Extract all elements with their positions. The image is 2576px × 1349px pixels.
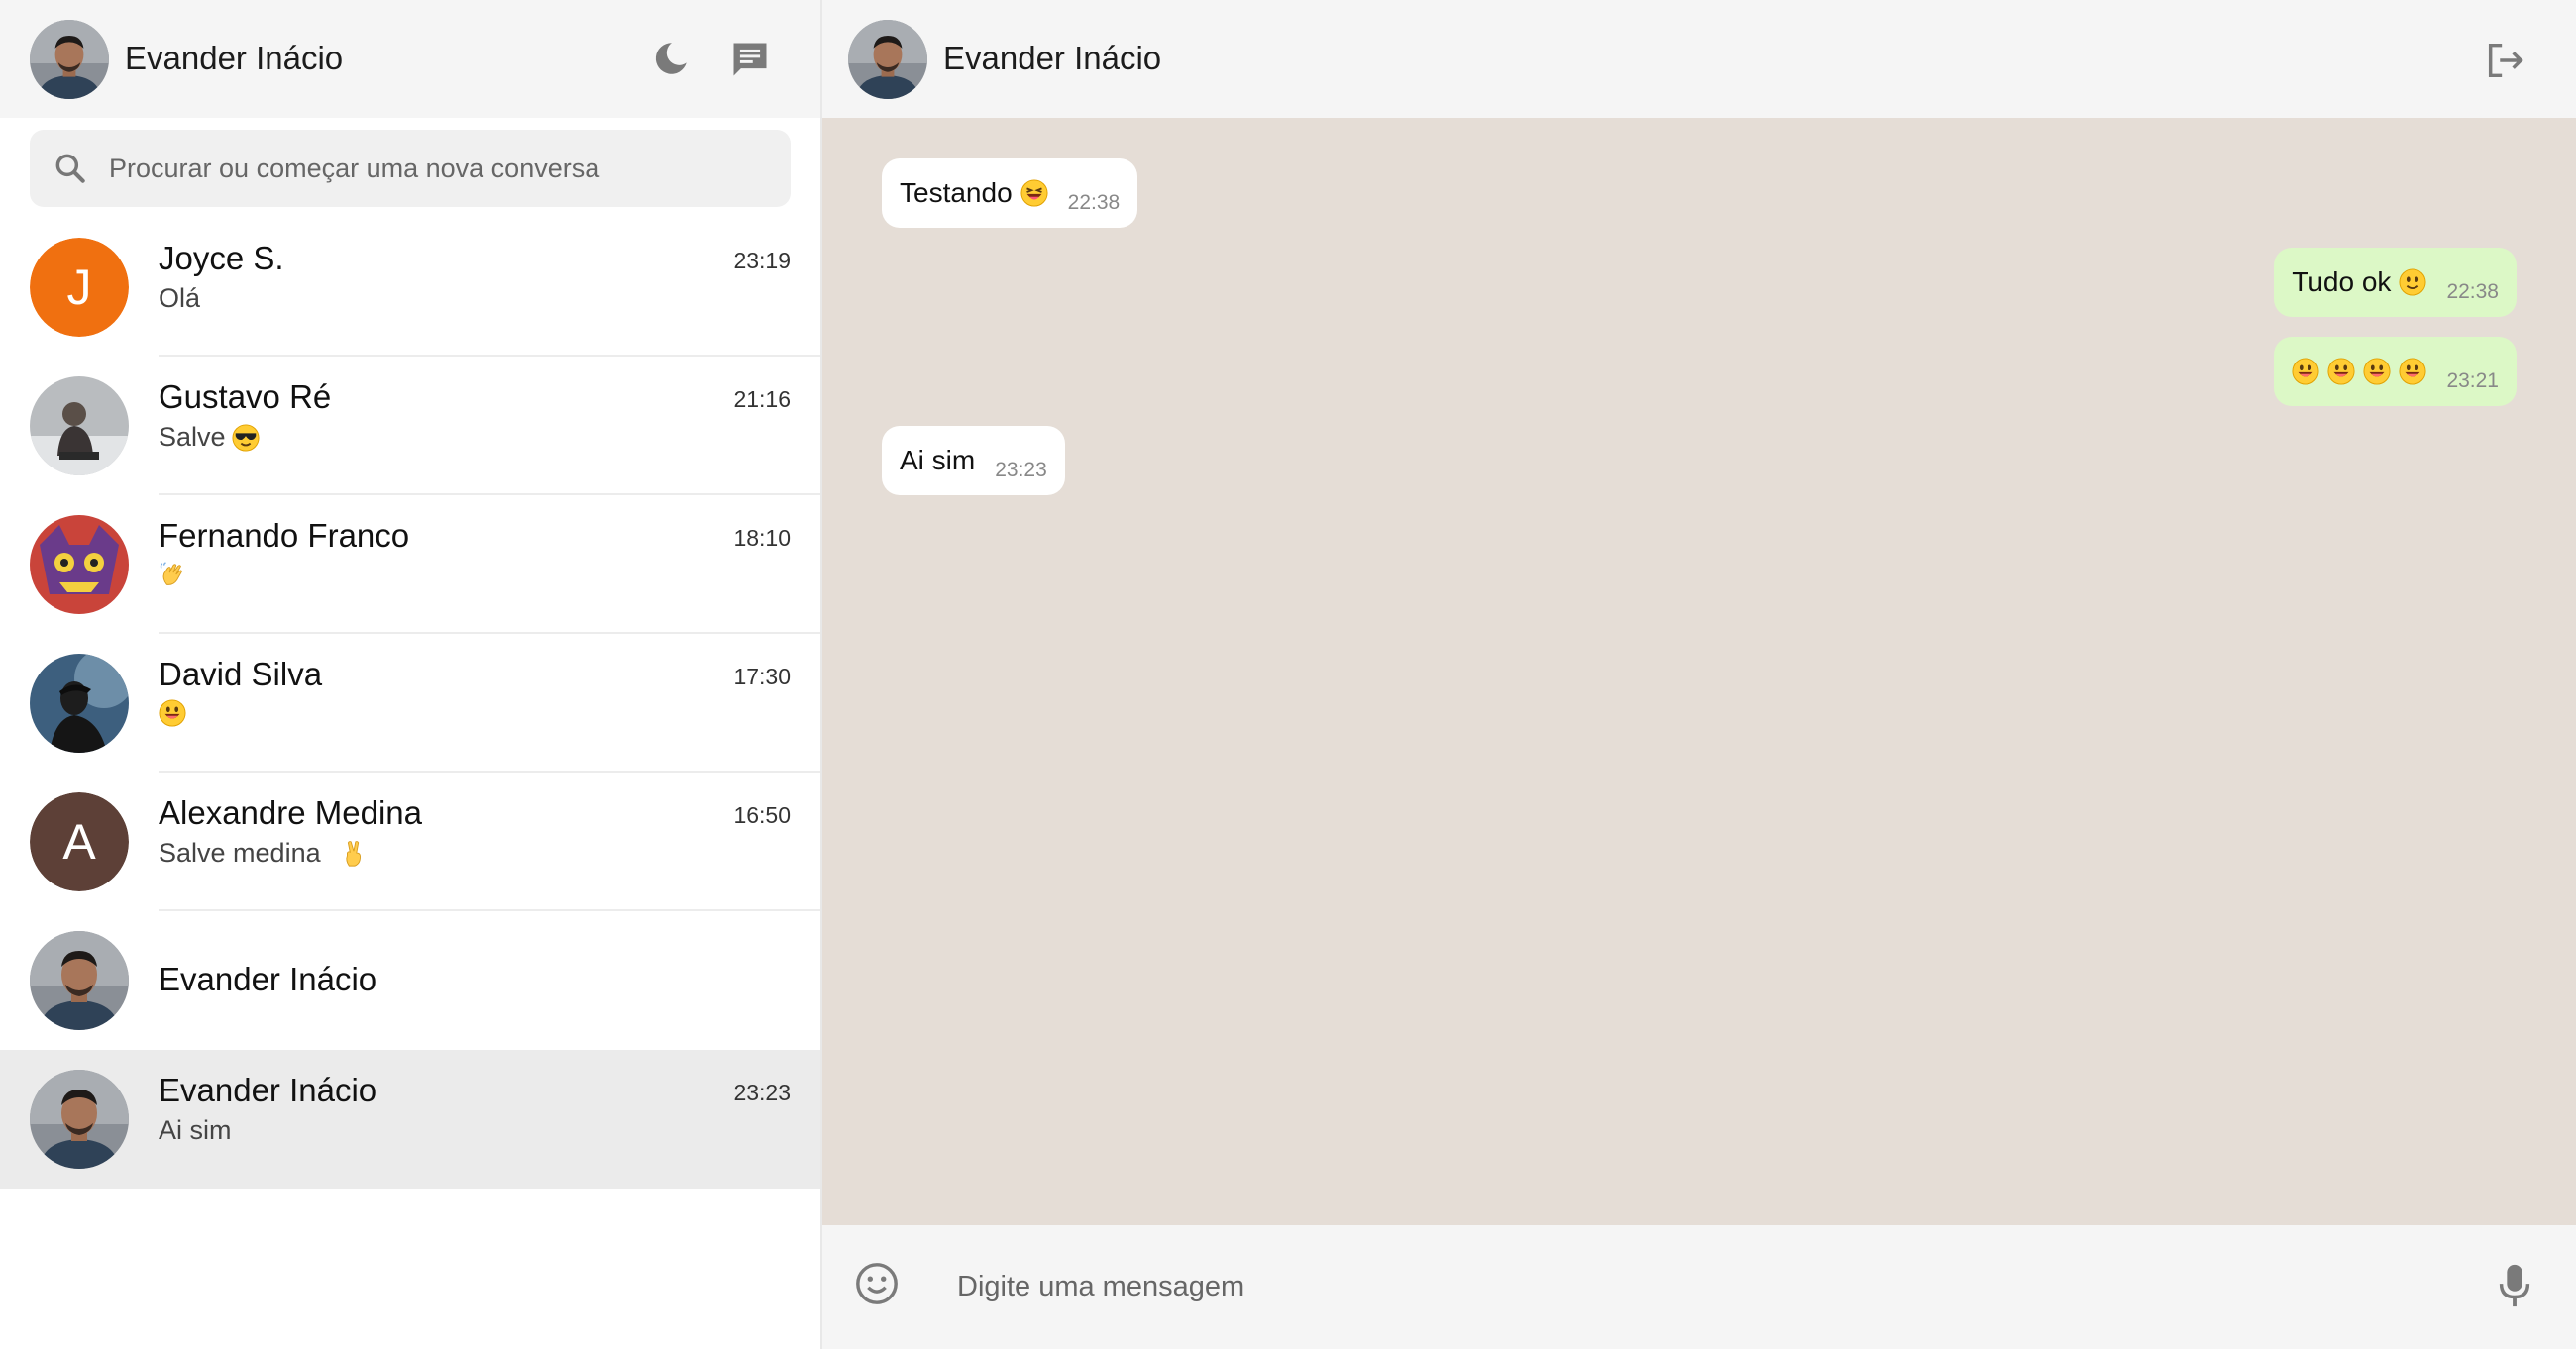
- chat-name: Alexandre Medina: [159, 794, 422, 831]
- emoji-picker-icon[interactable]: [854, 1261, 900, 1306]
- chat-name: David Silva: [159, 656, 323, 692]
- message-text-content: Tudo ok: [2292, 266, 2392, 297]
- slight-smile-emoji-icon: [2399, 268, 2426, 296]
- waving-hand-emoji-icon: [159, 561, 186, 588]
- message-text: Ai sim: [900, 445, 975, 476]
- avatar: J: [30, 238, 129, 337]
- chat-time: 23:23: [733, 1080, 791, 1105]
- microphone-icon[interactable]: [2497, 1263, 2532, 1308]
- contact-avatar[interactable]: [848, 20, 927, 99]
- chat-last-message: [159, 561, 186, 588]
- grinning-emoji-icon: [2363, 358, 2391, 385]
- sidebar-header: Evander Inácio: [0, 0, 820, 118]
- message-text: Testando: [900, 177, 1048, 209]
- chat-time: 23:19: [733, 248, 791, 273]
- sunglasses-emoji-icon: [232, 424, 260, 452]
- chat-item-joyce[interactable]: J Joyce S. 23:19 Olá: [0, 218, 820, 357]
- chat-last-text: Salve medina: [159, 838, 321, 868]
- user-avatar[interactable]: [30, 20, 109, 99]
- grinning-emoji-icon: [2399, 358, 2426, 385]
- moon-icon[interactable]: [650, 38, 692, 79]
- grinning-emoji-icon: [2292, 358, 2319, 385]
- message-text: Tudo ok: [2292, 266, 2426, 298]
- message-text: [2292, 358, 2426, 385]
- chat-name: Gustavo Ré: [159, 378, 332, 415]
- user-name: Evander Inácio: [125, 40, 344, 76]
- message-text-content: Ai sim: [900, 445, 976, 475]
- chat-item-alexandre[interactable]: A Alexandre Medina 16:50 Salve medina: [0, 773, 820, 911]
- grinning-emoji-icon: [159, 699, 186, 727]
- chat-time: 18:10: [733, 525, 791, 551]
- message-incoming[interactable]: Ai sim 23:23: [882, 426, 1065, 495]
- chat-last-message: [159, 699, 186, 727]
- avatar: A: [30, 792, 129, 891]
- svg-text:A: A: [62, 814, 96, 870]
- message-outgoing[interactable]: 23:21: [2274, 337, 2517, 406]
- chat-header: Evander Inácio: [822, 0, 2576, 118]
- message-incoming[interactable]: Testando 22:38: [882, 158, 1138, 228]
- avatar: [30, 654, 129, 753]
- chat-last-message: Ai sim: [159, 1115, 232, 1146]
- search-input[interactable]: [109, 130, 763, 207]
- message-text-content: Testando: [900, 177, 1013, 208]
- grinning-emoji-icon: [2327, 358, 2355, 385]
- chat-window: Evander Inácio Testando 22:38 Tudo ok 22…: [822, 0, 2576, 1349]
- chat-last-text: Olá: [159, 283, 201, 313]
- message-time: 23:23: [995, 459, 1047, 481]
- message-composer: [822, 1225, 2576, 1349]
- message-input[interactable]: [957, 1249, 2295, 1324]
- victory-hand-emoji-icon: [340, 840, 368, 868]
- chat-item-fernando[interactable]: Fernando Franco 18:10: [0, 495, 820, 634]
- chat-last-message: Salve medina: [159, 838, 368, 869]
- chat-name: Evander Inácio: [159, 1072, 377, 1108]
- search-box: [30, 130, 791, 207]
- message-time: 23:21: [2446, 369, 2499, 392]
- chat-time: 16:50: [733, 802, 791, 828]
- chat-item-evander-active[interactable]: Evander Inácio 23:23 Ai sim: [0, 1050, 820, 1189]
- chat-last-message: Salve: [159, 422, 260, 453]
- chat-last-message: Olá: [159, 283, 200, 314]
- avatar: [30, 931, 129, 1030]
- chat-time: 17:30: [733, 664, 791, 689]
- message-time: 22:38: [2446, 280, 2499, 303]
- chat-item-gustavo[interactable]: Gustavo Ré 21:16 Salve: [0, 357, 820, 495]
- chat-name: Fernando Franco: [159, 517, 410, 554]
- chat-last-text: Salve: [159, 422, 226, 452]
- chat-time: 21:16: [733, 386, 791, 412]
- new-chat-icon[interactable]: [728, 38, 772, 81]
- sidebar: Evander Inácio J Joyce S. 23:19 Olá: [0, 0, 822, 1349]
- chat-item-evander[interactable]: Evander Inácio: [0, 911, 820, 1050]
- laughing-emoji-icon: [1020, 179, 1048, 207]
- logout-icon[interactable]: [2483, 38, 2528, 83]
- search-icon: [52, 150, 89, 187]
- chat-name: Evander Inácio: [159, 961, 377, 997]
- message-time: 22:38: [1067, 191, 1121, 214]
- svg-text:J: J: [67, 259, 92, 315]
- contact-name: Evander Inácio: [943, 40, 1162, 76]
- chat-name: Joyce S.: [159, 240, 284, 276]
- chat-last-text: Ai sim: [159, 1115, 232, 1145]
- message-outgoing[interactable]: Tudo ok 22:38: [2274, 248, 2517, 317]
- avatar: [30, 515, 129, 614]
- avatar: [30, 376, 129, 475]
- avatar: [30, 1070, 129, 1169]
- chat-item-david[interactable]: David Silva 17:30: [0, 634, 820, 773]
